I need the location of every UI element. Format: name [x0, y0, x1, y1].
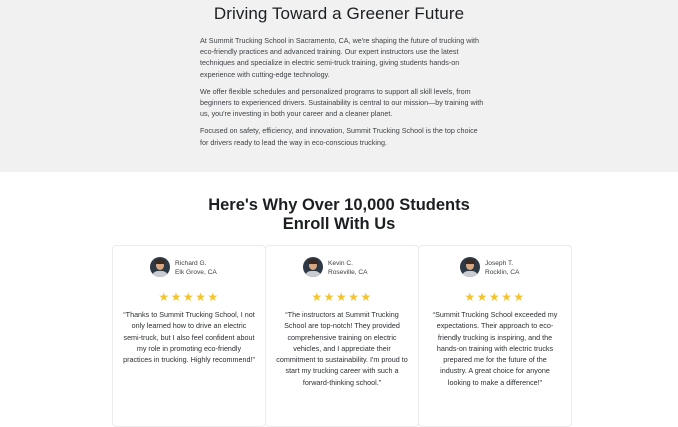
reviewer-header: Kevin C. Roseville, CA — [266, 257, 418, 283]
section-title: Driving Toward a Greener Future — [213, 4, 465, 23]
reviewer-name: Richard G. — [175, 260, 207, 267]
testimonial-card: Kevin C. Roseville, CA ★★★★★ “The instru… — [265, 245, 419, 427]
testimonials-heading-line: Here's Why Over 10,000 Students — [208, 196, 470, 214]
testimonial-quote: “Summit Trucking School exceeded my expe… — [432, 310, 558, 387]
intro-text: At Summit Trucking School in Sacramento,… — [200, 35, 485, 154]
reviewer-info: Kevin C. Roseville, CA — [328, 259, 368, 277]
star-rating: ★★★★★ — [464, 290, 526, 304]
greener-future-section: Driving Toward a Greener Future At Summi… — [0, 0, 678, 172]
testimonial-card: Richard G. Elk Grove, CA ★★★★★ “Thanks t… — [112, 245, 266, 427]
reviewer-info: Richard G. Elk Grove, CA — [175, 259, 217, 277]
testimonial-card: Joseph T. Rocklin, CA ★★★★★ “Summit Truc… — [418, 245, 572, 427]
reviewer-location: Elk Grove, CA — [175, 269, 217, 276]
testimonials-heading-line: Enroll With Us — [282, 215, 396, 233]
testimonials-section: Here's Why Over 10,000 Students Enroll W… — [0, 172, 678, 427]
reviewer-name: Joseph T. — [485, 260, 514, 267]
reviewer-location: Roseville, CA — [328, 269, 368, 276]
reviewer-name: Kevin C. — [328, 260, 353, 267]
reviewer-header: Joseph T. Rocklin, CA — [419, 257, 571, 283]
star-rating: ★★★★★ — [158, 290, 220, 304]
avatar — [150, 257, 170, 277]
intro-paragraph: At Summit Trucking School in Sacramento,… — [200, 36, 480, 79]
intro-paragraph: Focused on safety, efficiency, and innov… — [200, 126, 478, 147]
testimonial-quote: “Thanks to Summit Trucking School, I not… — [123, 310, 255, 365]
testimonial-quote: “The instructors at Summit Trucking Scho… — [276, 310, 408, 387]
avatar — [303, 257, 323, 277]
intro-paragraph: We offer flexible schedules and personal… — [200, 86, 484, 119]
reviewer-header: Richard G. Elk Grove, CA — [113, 257, 265, 283]
reviewer-location: Rocklin, CA — [485, 269, 520, 276]
star-rating: ★★★★★ — [311, 290, 373, 304]
reviewer-info: Joseph T. Rocklin, CA — [485, 259, 519, 277]
avatar — [460, 257, 480, 277]
testimonials-heading: Here's Why Over 10,000 Students Enroll W… — [0, 196, 678, 234]
